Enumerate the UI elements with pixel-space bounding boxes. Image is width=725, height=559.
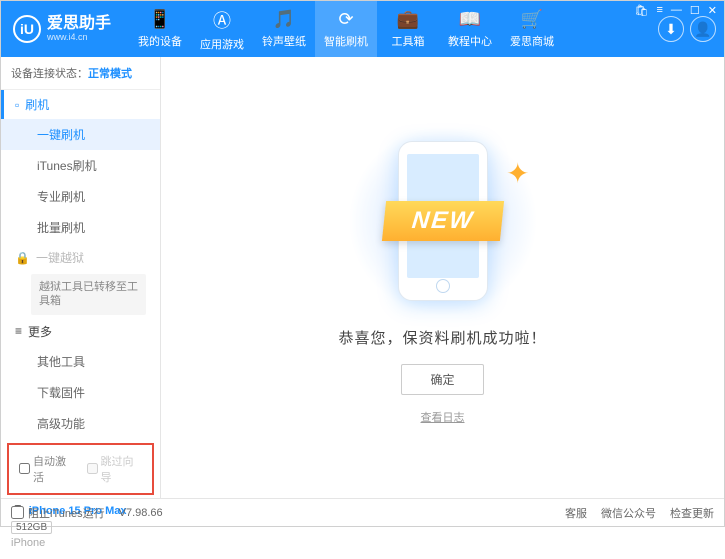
sidebar-item-download-firmware[interactable]: 下载固件 xyxy=(1,377,160,408)
logo-icon: iU xyxy=(13,15,41,43)
menu-icon: ≡ xyxy=(15,324,22,338)
sidebar: 设备连接状态：正常模式 ▫ 刷机 一键刷机 iTunes刷机 专业刷机 批量刷机… xyxy=(1,57,161,498)
sidebar-flash-header[interactable]: ▫ 刷机 xyxy=(1,90,160,119)
ok-button[interactable]: 确定 xyxy=(401,364,483,395)
sidebar-more-header[interactable]: ≡ 更多 xyxy=(1,317,160,346)
checkbox-label: 自动激活 xyxy=(33,453,75,485)
version-label: V7.98.66 xyxy=(119,507,163,519)
minimize-icon[interactable]: — xyxy=(671,4,682,17)
header: iU 爱思助手 www.i4.cn 📱 我的设备 Ⓐ 应用游戏 🎵 铃声壁纸 ⟳ 智能刷… xyxy=(1,1,724,57)
connection-status: 设备连接状态：正常模式 xyxy=(1,57,160,90)
music-icon: 🎵 xyxy=(273,9,295,30)
sparkle-icon: ✦ xyxy=(506,157,529,190)
success-message: 恭喜您，保资料刷机成功啦！ xyxy=(338,327,546,348)
auto-activate-checkbox[interactable]: 自动激活 xyxy=(19,453,75,485)
shopping-cart-icon[interactable]: 🛍 xyxy=(635,4,649,17)
nav-label: 教程中心 xyxy=(448,33,492,49)
nav-apps[interactable]: Ⓐ 应用游戏 xyxy=(191,1,253,57)
checkbox-label: 阻止iTunes运行 xyxy=(28,505,105,521)
store-icon: 🛒 xyxy=(521,9,543,30)
new-banner: NEW xyxy=(381,201,503,241)
options-highlight-box: 自动激活 跳过向导 xyxy=(7,443,154,495)
nav-toolbox[interactable]: 💼 工具箱 xyxy=(377,1,439,57)
flash-icon: ⟳ xyxy=(338,9,353,30)
nav-ringtones[interactable]: 🎵 铃声壁纸 xyxy=(253,1,315,57)
app-name: 爱思助手 xyxy=(47,16,111,32)
close-icon[interactable]: ✕ xyxy=(708,4,717,17)
sidebar-header-label: 一键越狱 xyxy=(36,249,84,266)
footer-link-update[interactable]: 检查更新 xyxy=(670,505,714,521)
sidebar-header-label: 刷机 xyxy=(25,96,49,113)
menu-icon[interactable]: ≡ xyxy=(656,4,662,17)
jailbreak-moved-note: 越狱工具已转移至工具箱 xyxy=(31,274,146,315)
apps-icon: Ⓐ xyxy=(213,7,231,33)
footer: 阻止iTunes运行 V7.98.66 客服 微信公众号 检查更新 xyxy=(1,498,724,526)
phone-icon: ▫ xyxy=(15,98,19,112)
toolbox-icon: 💼 xyxy=(397,9,419,30)
sidebar-item-itunes-flash[interactable]: iTunes刷机 xyxy=(1,150,160,181)
nav-smart-flash[interactable]: ⟳ 智能刷机 xyxy=(315,1,377,57)
footer-link-wechat[interactable]: 微信公众号 xyxy=(601,505,656,521)
device-type: iPhone xyxy=(11,537,150,549)
maximize-icon[interactable]: ☐ xyxy=(690,4,700,17)
nav-label: 铃声壁纸 xyxy=(262,33,306,49)
sidebar-item-other-tools[interactable]: 其他工具 xyxy=(1,346,160,377)
status-label: 设备连接状态： xyxy=(11,68,88,80)
device-icon: 📱 xyxy=(149,9,171,30)
nav-label: 爱思商城 xyxy=(510,33,554,49)
sidebar-item-advanced[interactable]: 高级功能 xyxy=(1,408,160,439)
nav-my-device[interactable]: 📱 我的设备 xyxy=(129,1,191,57)
nav-label: 智能刷机 xyxy=(324,33,368,49)
nav-label: 我的设备 xyxy=(138,33,182,49)
success-illustration: NEW ✦ xyxy=(338,131,548,311)
nav-tutorials[interactable]: 📖 教程中心 xyxy=(439,1,501,57)
lock-icon: 🔒 xyxy=(15,251,30,265)
logo: iU 爱思助手 www.i4.cn xyxy=(13,15,111,43)
website: www.i4.cn xyxy=(47,32,111,42)
download-button[interactable]: ⬇ xyxy=(658,16,684,42)
nav-label: 工具箱 xyxy=(392,33,425,49)
sidebar-header-label: 更多 xyxy=(28,323,52,340)
sidebar-jailbreak-header: 🔒 一键越狱 xyxy=(1,243,160,272)
status-mode: 正常模式 xyxy=(88,68,132,80)
nav-store[interactable]: 🛒 爱思商城 xyxy=(501,1,563,57)
sidebar-item-pro-flash[interactable]: 专业刷机 xyxy=(1,181,160,212)
view-log-link[interactable]: 查看日志 xyxy=(421,409,465,425)
user-button[interactable]: 👤 xyxy=(690,16,716,42)
checkbox-label: 跳过向导 xyxy=(101,453,143,485)
sidebar-item-one-click-flash[interactable]: 一键刷机 xyxy=(1,119,160,150)
block-itunes-checkbox[interactable]: 阻止iTunes运行 xyxy=(11,505,105,521)
skip-setup-checkbox[interactable]: 跳过向导 xyxy=(87,453,143,485)
sidebar-item-batch-flash[interactable]: 批量刷机 xyxy=(1,212,160,243)
nav-label: 应用游戏 xyxy=(200,36,244,52)
footer-link-support[interactable]: 客服 xyxy=(565,505,587,521)
book-icon: 📖 xyxy=(459,9,481,30)
top-nav: 📱 我的设备 Ⓐ 应用游戏 🎵 铃声壁纸 ⟳ 智能刷机 💼 工具箱 📖 教程中心 🛒 爱思商城 xyxy=(129,1,563,57)
main-content: NEW ✦ 恭喜您，保资料刷机成功啦！ 确定 查看日志 xyxy=(161,57,724,498)
